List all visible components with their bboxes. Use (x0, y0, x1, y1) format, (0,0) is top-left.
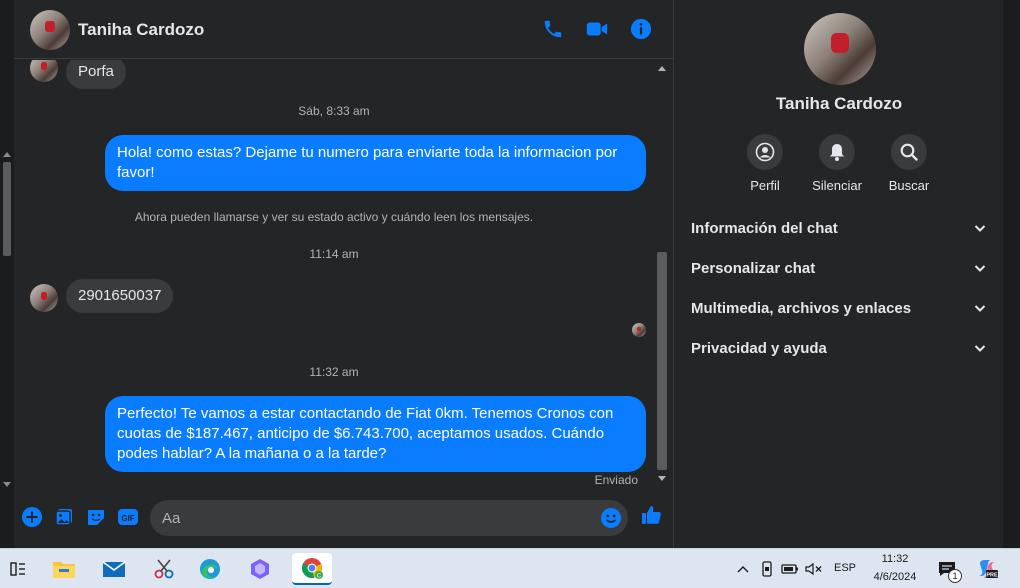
chat-header: Taniha Cardozo (14, 0, 673, 59)
message-timestamp: Sáb, 8:33 am (298, 104, 370, 118)
svg-text:C: C (317, 574, 322, 580)
copilot-icon[interactable]: PRE (976, 558, 998, 580)
search-icon[interactable] (891, 134, 927, 170)
video-call-icon[interactable] (584, 16, 610, 42)
section-privacy-help[interactable]: Privacidad y ayuda (691, 336, 987, 360)
like-icon[interactable] (640, 504, 662, 526)
chevron-down-icon (974, 225, 986, 232)
sender-avatar (30, 284, 58, 312)
plus-icon[interactable] (21, 506, 43, 528)
clock-date[interactable]: 4/6/2024 (866, 571, 924, 583)
speaker-muted-icon[interactable] (805, 560, 823, 578)
message-composer: GIF (14, 494, 673, 542)
snipping-tool-icon[interactable] (146, 553, 182, 585)
window-edge (1003, 0, 1020, 548)
incoming-message[interactable]: Porfa (66, 60, 126, 89)
contact-avatar[interactable] (30, 10, 70, 50)
windows-taskbar: C ESP 11:32 4/6/2024 1 PRE (0, 548, 1020, 588)
clock-time[interactable]: 11:32 (866, 553, 924, 565)
show-hidden-icons-chevron-icon[interactable] (734, 560, 752, 578)
mute-button[interactable]: Silenciar (802, 134, 872, 193)
delivery-status: Enviado (594, 473, 638, 487)
scrollbar-thumb[interactable] (657, 252, 667, 470)
messenger-window: Taniha Cardozo Porfa Sáb, 8:33 am Hola! … (0, 0, 1020, 548)
scroll-up-arrow-icon[interactable] (658, 66, 666, 71)
chevron-down-icon (974, 305, 986, 312)
device-icon[interactable] (758, 560, 776, 578)
svg-text:GIF: GIF (121, 514, 134, 523)
message-scrollbar[interactable] (654, 60, 671, 488)
outgoing-message[interactable]: Hola! como estas? Dejame tu numero para … (105, 135, 646, 191)
message-timestamp: 11:32 am (309, 365, 359, 379)
chat-panel: Taniha Cardozo Porfa Sáb, 8:33 am Hola! … (14, 0, 673, 548)
search-button[interactable]: Buscar (874, 134, 944, 193)
page-scrollbar[interactable] (0, 0, 14, 548)
scroll-down-arrow-icon[interactable] (3, 482, 11, 487)
message-list[interactable]: Porfa Sáb, 8:33 am Hola! como estas? Dej… (14, 60, 654, 488)
section-title: Información del chat (691, 219, 838, 237)
mute-label: Silenciar (812, 178, 862, 193)
profile-button[interactable]: Perfil (730, 134, 800, 193)
gif-icon[interactable]: GIF (117, 506, 139, 528)
file-explorer-icon[interactable] (46, 553, 82, 585)
copilot-app-icon[interactable] (242, 553, 278, 585)
edge-browser-icon[interactable] (192, 553, 228, 585)
info-icon[interactable] (628, 16, 654, 42)
chevron-down-icon (974, 345, 986, 352)
profile-icon[interactable] (747, 134, 783, 170)
message-input[interactable] (162, 508, 582, 528)
seen-indicator-avatar (632, 323, 646, 337)
bell-icon[interactable] (819, 134, 855, 170)
photo-icon[interactable] (53, 506, 75, 528)
chevron-down-icon (974, 265, 986, 272)
section-title: Personalizar chat (691, 259, 816, 277)
section-customize-chat[interactable]: Personalizar chat (691, 256, 987, 280)
sticker-icon[interactable] (85, 506, 107, 528)
section-chat-info[interactable]: Información del chat (691, 216, 987, 240)
contact-name[interactable]: Taniha Cardozo (78, 20, 204, 40)
composer-input-wrapper (150, 500, 628, 536)
scrollbar-thumb[interactable] (3, 162, 11, 256)
incoming-message[interactable]: 2901650037 (66, 279, 174, 313)
system-notice: Ahora pueden llamarse y ver su estado ac… (134, 210, 534, 224)
message-timestamp: 11:14 am (309, 247, 359, 261)
contact-profile-name: Taniha Cardozo (775, 94, 903, 113)
sender-avatar (30, 60, 58, 82)
scroll-up-arrow-icon[interactable] (3, 152, 11, 157)
outgoing-message[interactable]: Perfecto! Te vamos a estar contactando d… (105, 396, 646, 472)
conversation-info-panel: Taniha Cardozo Perfil Silenciar Buscar I… (673, 0, 1003, 548)
svg-text:PRE: PRE (986, 573, 998, 579)
emoji-icon[interactable] (600, 507, 622, 529)
mail-icon[interactable] (96, 553, 132, 585)
scroll-down-arrow-icon[interactable] (658, 476, 666, 481)
section-title: Multimedia, archivos y enlaces (691, 299, 912, 317)
notification-count-badge: 1 (948, 569, 962, 583)
section-title: Privacidad y ayuda (691, 339, 827, 357)
battery-icon[interactable] (781, 560, 799, 578)
input-language[interactable]: ESP (834, 562, 856, 574)
search-label: Buscar (888, 178, 930, 193)
contact-profile-avatar[interactable] (804, 13, 876, 85)
phone-call-icon[interactable] (540, 16, 566, 42)
profile-label: Perfil (750, 178, 780, 193)
section-media-files-links[interactable]: Multimedia, archivos y enlaces (691, 296, 987, 320)
task-view-icon[interactable] (0, 553, 36, 585)
chrome-browser-icon[interactable]: C (292, 553, 332, 585)
